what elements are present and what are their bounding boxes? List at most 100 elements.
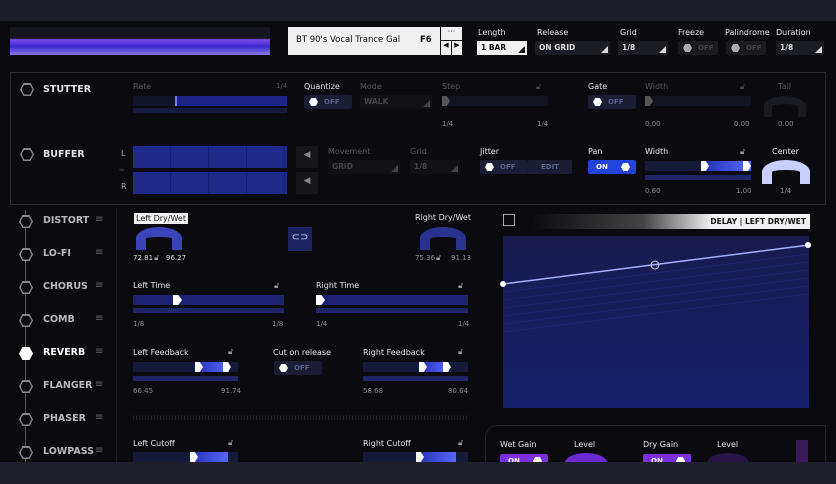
buffer-left-reverse-button[interactable]: ◀ <box>296 146 318 168</box>
right-feedback-slider[interactable] <box>363 362 468 372</box>
effect-enable-icon[interactable] <box>19 446 33 459</box>
step-handle[interactable] <box>442 96 450 106</box>
stutter-width-handle[interactable] <box>645 96 653 106</box>
left-feedback-max-handle[interactable] <box>223 362 231 372</box>
sidebar-item-comb[interactable]: COMB ≡ <box>14 313 114 329</box>
sidebar-item-reverb[interactable]: REVERB ≡ <box>14 346 114 362</box>
left-feedback-slider[interactable] <box>133 362 238 372</box>
gate-toggle[interactable]: OFF <box>588 95 636 109</box>
buffer-width-lock-icon[interactable]: 🔓︎ <box>740 147 745 157</box>
drag-handle-icon[interactable]: ≡ <box>95 412 103 423</box>
sidebar-item-lowpass[interactable]: LOWPASS ≡ <box>14 445 114 461</box>
mode-dropdown[interactable]: WALK <box>360 95 432 109</box>
duration-dropdown[interactable]: 1/8 <box>776 41 824 55</box>
step-slider[interactable] <box>442 96 548 106</box>
right-drywet-lock-icon[interactable]: 🔓︎ <box>436 253 441 263</box>
effect-enable-icon[interactable] <box>19 314 33 327</box>
effect-enable-icon[interactable] <box>19 380 33 393</box>
left-drywet-knob[interactable] <box>136 227 182 250</box>
right-cutoff-lock-icon[interactable]: 🔓︎ <box>458 438 463 448</box>
left-feedback-lock-icon[interactable]: 🔓︎ <box>228 347 233 357</box>
right-feedback-max-handle[interactable] <box>443 362 451 372</box>
left-cutoff-slider[interactable] <box>133 452 238 462</box>
sidebar-item-lo-fi[interactable]: LO-FI ≡ <box>14 247 114 263</box>
drag-handle-icon[interactable]: ≡ <box>95 379 103 390</box>
stutter-width-lock-icon[interactable]: 🔓︎ <box>740 82 745 92</box>
preset-next-button[interactable]: ▶ <box>452 41 462 55</box>
sidebar-item-distort[interactable]: DISTORT ≡ <box>14 214 114 230</box>
right-time-handle[interactable] <box>316 295 325 305</box>
rate-handle[interactable] <box>175 96 177 106</box>
sidebar-item-label: REVERB <box>43 347 86 358</box>
sidebar-item-chorus[interactable]: CHORUS ≡ <box>14 280 114 296</box>
palindrome-toggle[interactable]: OFF <box>726 41 766 55</box>
movement-dropdown[interactable]: GRID <box>328 160 400 174</box>
cut-on-release-toggle[interactable]: OFF <box>274 361 322 375</box>
drag-handle-icon[interactable]: ≡ <box>95 346 103 357</box>
effect-enable-icon[interactable] <box>19 281 33 294</box>
effect-enable-icon[interactable] <box>19 215 33 228</box>
expand-icon[interactable] <box>503 214 515 226</box>
right-feedback-lock-icon[interactable]: 🔓︎ <box>458 347 463 357</box>
left-time-slider[interactable] <box>133 295 284 305</box>
left-time-handle[interactable] <box>173 295 182 305</box>
buffer-right-reverse-button[interactable]: ◀ <box>296 172 318 194</box>
pan-toggle[interactable]: ON <box>588 160 636 174</box>
drag-handle-icon[interactable]: ≡ <box>95 313 103 324</box>
rate-label: Rate <box>133 82 152 91</box>
waveform-display[interactable] <box>10 27 270 55</box>
quantize-toggle[interactable]: OFF <box>304 95 352 109</box>
sidebar-item-label: FLANGER <box>43 380 93 391</box>
preset-prev-button[interactable]: ◀ <box>441 41 451 55</box>
sidebar-item-flanger[interactable]: FLANGER ≡ <box>14 379 114 395</box>
bottom-band <box>0 462 836 484</box>
right-drywet-knob[interactable] <box>420 227 466 250</box>
right-time-lock-icon[interactable]: 🔓︎ <box>458 281 463 291</box>
right-time-slider[interactable] <box>316 295 468 305</box>
preset-selector[interactable]: BT 90's Vocal Trance Gal F6 <box>288 27 440 55</box>
left-drywet-lock-icon[interactable]: 🔓︎ <box>154 253 159 263</box>
right-cutoff-slider[interactable] <box>363 452 468 462</box>
preset-more-button[interactable]: ··· <box>441 27 462 40</box>
buffer-right-lane[interactable] <box>133 172 287 194</box>
dry-level-label: Level <box>717 440 739 449</box>
toggle-knob-icon <box>593 98 602 106</box>
right-feedback-max: 80.64 <box>448 387 469 395</box>
drag-handle-icon[interactable]: ≡ <box>95 214 103 225</box>
tail-knob[interactable] <box>764 96 806 117</box>
release-dropdown[interactable]: ON GRID <box>535 41 610 55</box>
buffer-link-icon[interactable]: ∞ <box>119 166 125 174</box>
right-cutoff-label: Right Cutoff <box>363 439 411 448</box>
effect-enable-icon[interactable] <box>19 347 33 360</box>
rate-slider[interactable] <box>133 96 287 106</box>
right-feedback-label: Right Feedback <box>363 348 425 357</box>
freeze-toggle[interactable]: OFF <box>678 41 718 55</box>
left-time-range <box>133 308 284 313</box>
toggle-knob-icon <box>683 44 692 52</box>
center-knob[interactable] <box>762 160 810 184</box>
left-time-lock-icon[interactable]: 🔓︎ <box>274 281 279 291</box>
buffer-grid-dropdown[interactable]: 1/8 <box>410 160 460 174</box>
stutter-width-slider[interactable] <box>645 96 751 106</box>
drag-handle-icon[interactable]: ≡ <box>95 280 103 291</box>
effect-enable-icon[interactable] <box>19 413 33 426</box>
pan-value: ON <box>596 163 608 171</box>
step-label: Step <box>442 82 461 91</box>
jitter-edit-button[interactable]: EDIT <box>528 160 572 174</box>
drag-handle-icon[interactable]: ≡ <box>95 445 103 456</box>
wet-level-label: Level <box>574 440 596 449</box>
buffer-left-lane[interactable] <box>133 146 287 168</box>
buffer-width-slider[interactable] <box>645 161 751 171</box>
effect-enable-icon[interactable] <box>19 248 33 261</box>
automation-graph[interactable] <box>500 236 812 410</box>
left-cutoff-lock-icon[interactable]: 🔓︎ <box>228 438 233 448</box>
drag-handle-icon[interactable]: ≡ <box>95 247 103 258</box>
sidebar-item-phaser[interactable]: PHASER ≡ <box>14 412 114 428</box>
buffer-width-range <box>645 175 751 180</box>
length-dropdown[interactable]: 1 BAR <box>477 41 527 55</box>
jitter-toggle[interactable]: OFF <box>480 160 528 174</box>
link-stereo-button[interactable]: ⊂⊃ <box>288 227 312 251</box>
grid-dropdown[interactable]: 1/8 <box>618 41 668 55</box>
palindrome-label: Palindrome <box>725 28 770 37</box>
step-lock-icon[interactable]: 🔓︎ <box>536 82 541 92</box>
